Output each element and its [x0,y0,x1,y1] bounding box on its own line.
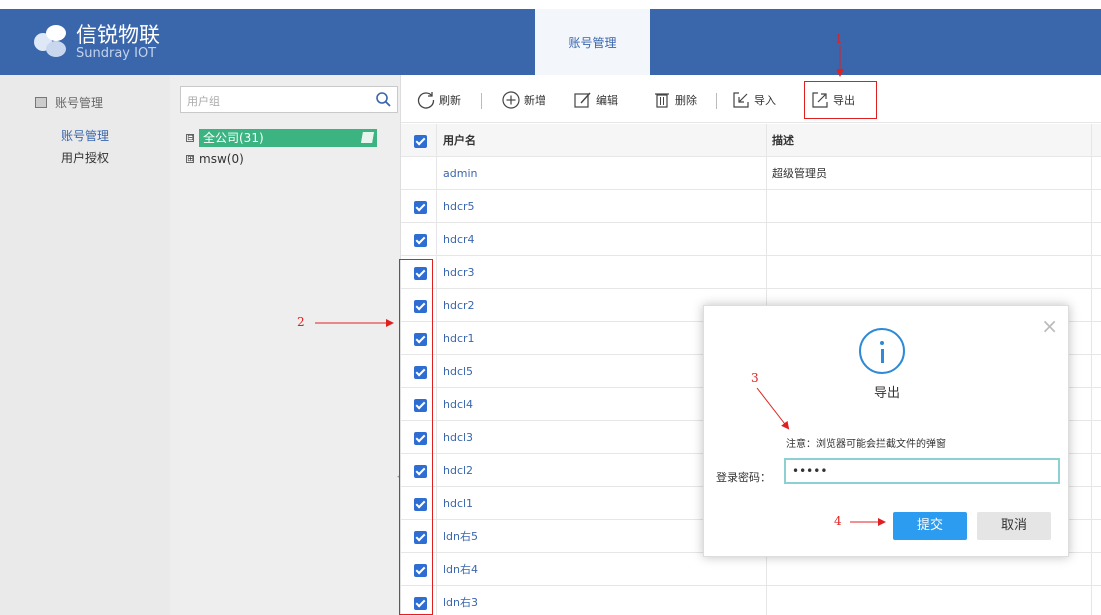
description-cell [766,553,1091,586]
password-input[interactable]: ••••• [784,458,1060,484]
collapse-icon[interactable]: ⊟ [186,134,194,142]
tree-node-label: 全公司(31) [203,131,264,145]
annotation-box-export [804,81,877,119]
refresh-button[interactable]: 刷新 [416,89,461,111]
tree-node-label: msw(0) [199,152,244,166]
column-header-username[interactable]: 用户名 [443,124,476,157]
username-cell[interactable]: hdcr3 [443,256,475,289]
username-cell[interactable]: hdcr1 [443,322,475,355]
description-cell [766,223,1091,256]
sidebar-item-user-authorization[interactable]: 用户授权 [0,147,170,169]
plus-circle-icon [502,91,520,109]
brand-name-cn: 信锐物联 [76,23,160,47]
add-label: 新增 [524,94,546,107]
table-header-row: 用户名 描述 [401,124,1101,157]
export-dialog: × 导出 注意：浏览器可能会拦截文件的弹窗 登录密码： ••••• 提交 取消 [703,305,1069,557]
table-row[interactable]: ldn右4 [401,553,1101,586]
delete-label: 删除 [675,94,697,107]
delete-button[interactable]: 删除 [652,89,697,111]
username-cell[interactable]: hdcl2 [443,454,473,487]
edit-label: 编辑 [596,94,618,107]
search-icon[interactable] [375,91,391,107]
logo-icon [30,23,70,61]
username-cell[interactable]: hdcr5 [443,190,475,223]
submit-button[interactable]: 提交 [893,512,967,540]
import-label: 导入 [754,94,776,107]
description-cell [766,190,1091,223]
description-cell [766,586,1091,615]
tab-account-management[interactable]: 账号管理 [535,9,650,75]
table-row[interactable]: hdcr3 [401,256,1101,289]
edit-icon[interactable] [361,132,374,143]
refresh-icon [417,92,435,109]
sidebar-group-label: 账号管理 [55,95,104,110]
select-all-checkbox[interactable] [414,135,427,148]
brand-name-en: Sundray IOT [76,46,157,61]
annotation-box-checkboxes [399,259,433,615]
username-cell[interactable]: ldn右5 [443,520,478,553]
description-cell: 超级管理员 [766,157,1091,190]
add-button[interactable]: 新增 [501,89,546,111]
row-checkbox[interactable] [414,234,427,247]
dialog-note: 注意：浏览器可能会拦截文件的弹窗 [786,439,946,450]
username-cell[interactable]: hdcl1 [443,487,473,520]
table-row[interactable]: admin 超级管理员 [401,157,1101,190]
info-icon [859,328,905,374]
username-cell[interactable]: hdcr4 [443,223,475,256]
tree-node-all-company[interactable]: ⊟ 全公司(31) [186,128,377,148]
search-placeholder: 用户组 [187,95,220,108]
username-cell[interactable]: hdcr2 [443,289,475,322]
table-row[interactable]: hdcr4 [401,223,1101,256]
password-label: 登录密码： [716,471,771,484]
username-cell[interactable]: hdcl5 [443,355,473,388]
username-cell[interactable]: hdcl4 [443,388,473,421]
brand-logo: 信锐物联 Sundray IOT [30,23,160,61]
row-checkbox-cell [401,190,437,223]
trash-icon [655,93,669,108]
expand-icon[interactable]: ⊞ [186,155,194,163]
username-cell[interactable]: ldn右4 [443,553,478,586]
sidebar: 账号管理 账号管理 用户授权 [0,75,170,615]
close-icon[interactable]: × [1041,314,1058,338]
row-checkbox-cell [401,157,437,190]
row-checkbox[interactable] [414,201,427,214]
username-cell[interactable]: ldn右3 [443,586,478,615]
table-row[interactable]: ldn右3 [401,586,1101,615]
dialog-title: 导出 [873,386,900,401]
column-header-description[interactable]: 描述 [766,124,1091,157]
table-row[interactable]: hdcr5 [401,190,1101,223]
cancel-button[interactable]: 取消 [977,512,1051,540]
annotation-label-3: 3 [751,371,759,385]
edit-button[interactable]: 编辑 [573,89,618,111]
toolbar: 刷新 新增 编辑 删除 导入 导出 [401,75,1101,123]
tree-node-msw[interactable]: ⊞ msw(0) [186,149,244,169]
username-cell[interactable]: admin [443,157,477,190]
pencil-icon [574,92,591,108]
username-cell[interactable]: hdcl3 [443,421,473,454]
top-strip [0,0,1101,9]
monitor-icon [35,96,47,108]
user-group-tree-panel: 用户组 ⊟ 全公司(31) ⊞ msw(0) [170,75,400,615]
import-icon [733,92,749,108]
user-group-search-input[interactable]: 用户组 [180,86,398,113]
refresh-label: 刷新 [439,94,461,107]
import-button[interactable]: 导入 [731,89,776,111]
row-checkbox-cell [401,223,437,256]
annotation-label-2: 2 [297,315,305,329]
annotation-label-4: 4 [834,514,842,528]
sidebar-group-account[interactable]: 账号管理 [0,89,170,115]
annotation-label-1: 1 [835,32,843,46]
description-cell [766,256,1091,289]
sidebar-item-account-management[interactable]: 账号管理 [0,125,170,147]
